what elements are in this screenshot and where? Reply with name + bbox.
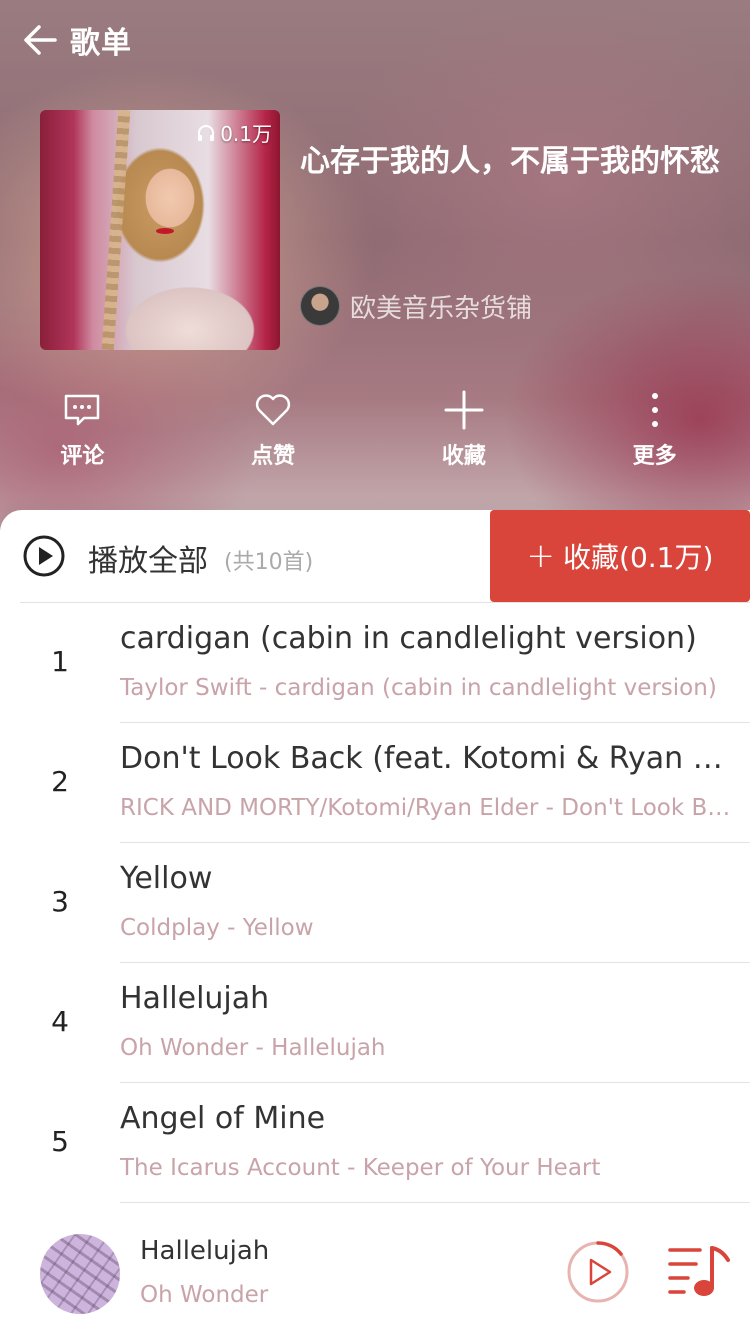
headphones-icon	[198, 124, 215, 141]
song-list: 1 cardigan (cabin in candlelight version…	[0, 603, 750, 1203]
song-subtitle: Coldplay - Yellow	[120, 915, 314, 941]
page-title: 歌单	[70, 26, 132, 61]
song-row[interactable]: 3 Yellow Coldplay - Yellow	[0, 843, 750, 963]
favorite-button[interactable]: 收藏	[369, 388, 560, 470]
playlist-header: 歌单 0.1万 心存于我的人，不属于我的怀愁 欧美音乐杂货铺 评论 点赞 收藏 …	[0, 0, 750, 530]
song-title: Yellow	[120, 861, 213, 896]
song-list-panel: 播放全部 (共10首) + 收藏(0.1万) 1 cardigan (cabin…	[0, 510, 750, 1334]
mini-player[interactable]: Hallelujah Oh Wonder	[0, 1214, 750, 1334]
action-bar: 评论 点赞 收藏 更多	[0, 388, 750, 470]
playlist-title: 心存于我的人，不属于我的怀愁	[300, 144, 720, 179]
play-circle-icon[interactable]	[22, 534, 66, 578]
playlist-queue-icon[interactable]	[666, 1238, 732, 1304]
avatar[interactable]	[300, 286, 340, 326]
song-subtitle: Taylor Swift - cardigan (cabin in candle…	[120, 675, 717, 701]
favorite-label: 收藏	[441, 444, 486, 469]
cover-art-detail	[101, 110, 131, 350]
song-title: Hallelujah	[120, 981, 270, 1016]
plus-icon	[442, 388, 486, 432]
song-index: 1	[51, 645, 69, 678]
song-index: 3	[51, 885, 69, 918]
heart-icon	[251, 388, 295, 432]
back-arrow-icon[interactable]	[20, 20, 60, 60]
play-count: 0.1万	[196, 118, 272, 147]
divider	[120, 1202, 750, 1203]
song-index: 2	[51, 765, 69, 798]
top-bar: 歌单	[20, 18, 132, 62]
song-count: (共10首)	[224, 550, 314, 575]
play-button-icon[interactable]	[566, 1240, 630, 1304]
play-all-row[interactable]: 播放全部 (共10首) + 收藏(0.1万)	[0, 510, 750, 602]
plus-icon: +	[526, 536, 556, 576]
song-row[interactable]: 2 Don't Look Back (feat. Kotomi & Ryan E…	[0, 723, 750, 843]
more-button[interactable]: 更多	[559, 388, 750, 470]
creator-name[interactable]: 欧美音乐杂货铺	[350, 288, 532, 325]
now-playing-title[interactable]: Hallelujah	[140, 1236, 269, 1266]
cover-art-detail	[156, 228, 174, 234]
now-playing-cover[interactable]	[40, 1234, 120, 1314]
collect-label: 收藏(0.1万)	[563, 541, 714, 574]
more-icon	[633, 388, 677, 432]
song-index: 4	[51, 1005, 69, 1038]
comment-icon	[60, 388, 104, 432]
song-title: Angel of Mine	[120, 1101, 326, 1136]
more-label: 更多	[632, 444, 677, 469]
song-row[interactable]: 5 Angel of Mine The Icarus Account - Kee…	[0, 1083, 750, 1203]
song-subtitle: The Icarus Account - Keeper of Your Hear…	[120, 1155, 601, 1181]
song-row[interactable]: 1 cardigan (cabin in candlelight version…	[0, 603, 750, 723]
song-title: cardigan (cabin in candlelight version)	[120, 621, 697, 656]
playlist-cover[interactable]: 0.1万	[40, 110, 280, 350]
song-title: Don't Look Back (feat. Kotomi & Ryan Eld…	[120, 741, 740, 776]
comment-button[interactable]: 评论	[0, 388, 178, 470]
song-row[interactable]: 4 Hallelujah Oh Wonder - Hallelujah	[0, 963, 750, 1083]
song-subtitle: Oh Wonder - Hallelujah	[120, 1035, 386, 1061]
song-index: 5	[51, 1125, 69, 1158]
creator-info[interactable]: 欧美音乐杂货铺	[300, 286, 532, 326]
play-count-text: 0.1万	[220, 122, 272, 146]
like-button[interactable]: 点赞	[178, 388, 369, 470]
comment-label: 评论	[60, 444, 105, 469]
like-label: 点赞	[251, 444, 296, 469]
play-all-label[interactable]: 播放全部	[88, 536, 208, 580]
now-playing-artist[interactable]: Oh Wonder	[140, 1282, 268, 1308]
collect-button[interactable]: + 收藏(0.1万)	[490, 510, 750, 602]
song-subtitle: RICK AND MORTY/Kotomi/Ryan Elder - Don't…	[120, 795, 740, 821]
